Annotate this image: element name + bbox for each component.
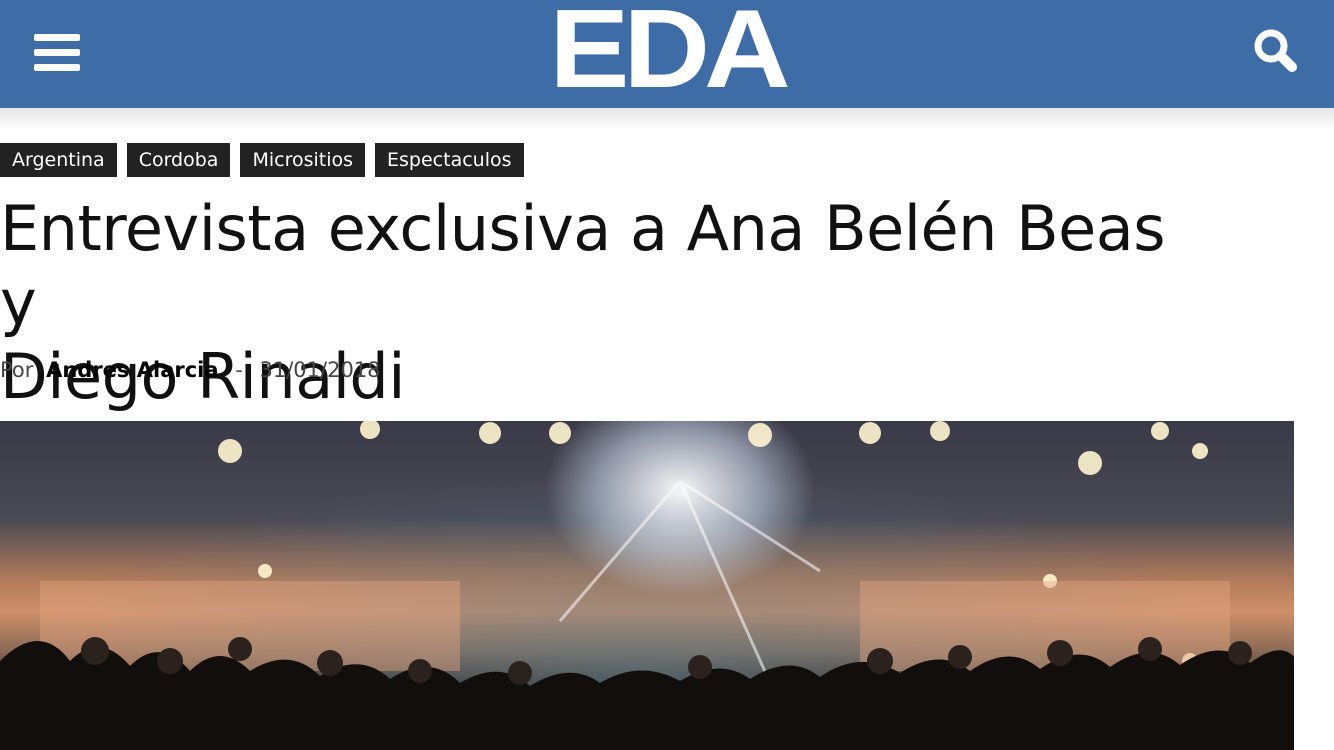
article-meta: Por Andres Alarcia - 31/01/2018 xyxy=(0,355,381,385)
publish-date: 31/01/2018 xyxy=(259,358,381,382)
author-link[interactable]: Andres Alarcia xyxy=(46,358,218,382)
article-featured-image xyxy=(0,421,1294,750)
tag-micrositios[interactable]: Micrositios xyxy=(240,143,366,177)
tag-cordoba[interactable]: Cordoba xyxy=(126,143,231,177)
by-label: Por xyxy=(0,358,34,382)
category-tags: Argentina Cordoba Micrositios Espectacul… xyxy=(0,143,524,177)
hamburger-menu-icon[interactable] xyxy=(34,32,80,74)
site-header: EDA xyxy=(0,0,1334,108)
search-icon[interactable] xyxy=(1252,28,1302,76)
header-shadow xyxy=(0,108,1334,130)
article-title-line-1: Entrevista exclusiva a Ana Belén Beas y xyxy=(0,192,1166,339)
meta-separator: - xyxy=(235,358,243,382)
tag-espectaculos[interactable]: Espectaculos xyxy=(375,143,524,177)
site-logo[interactable]: EDA xyxy=(535,0,799,105)
tag-argentina[interactable]: Argentina xyxy=(0,143,117,177)
concert-scene xyxy=(0,421,1294,750)
